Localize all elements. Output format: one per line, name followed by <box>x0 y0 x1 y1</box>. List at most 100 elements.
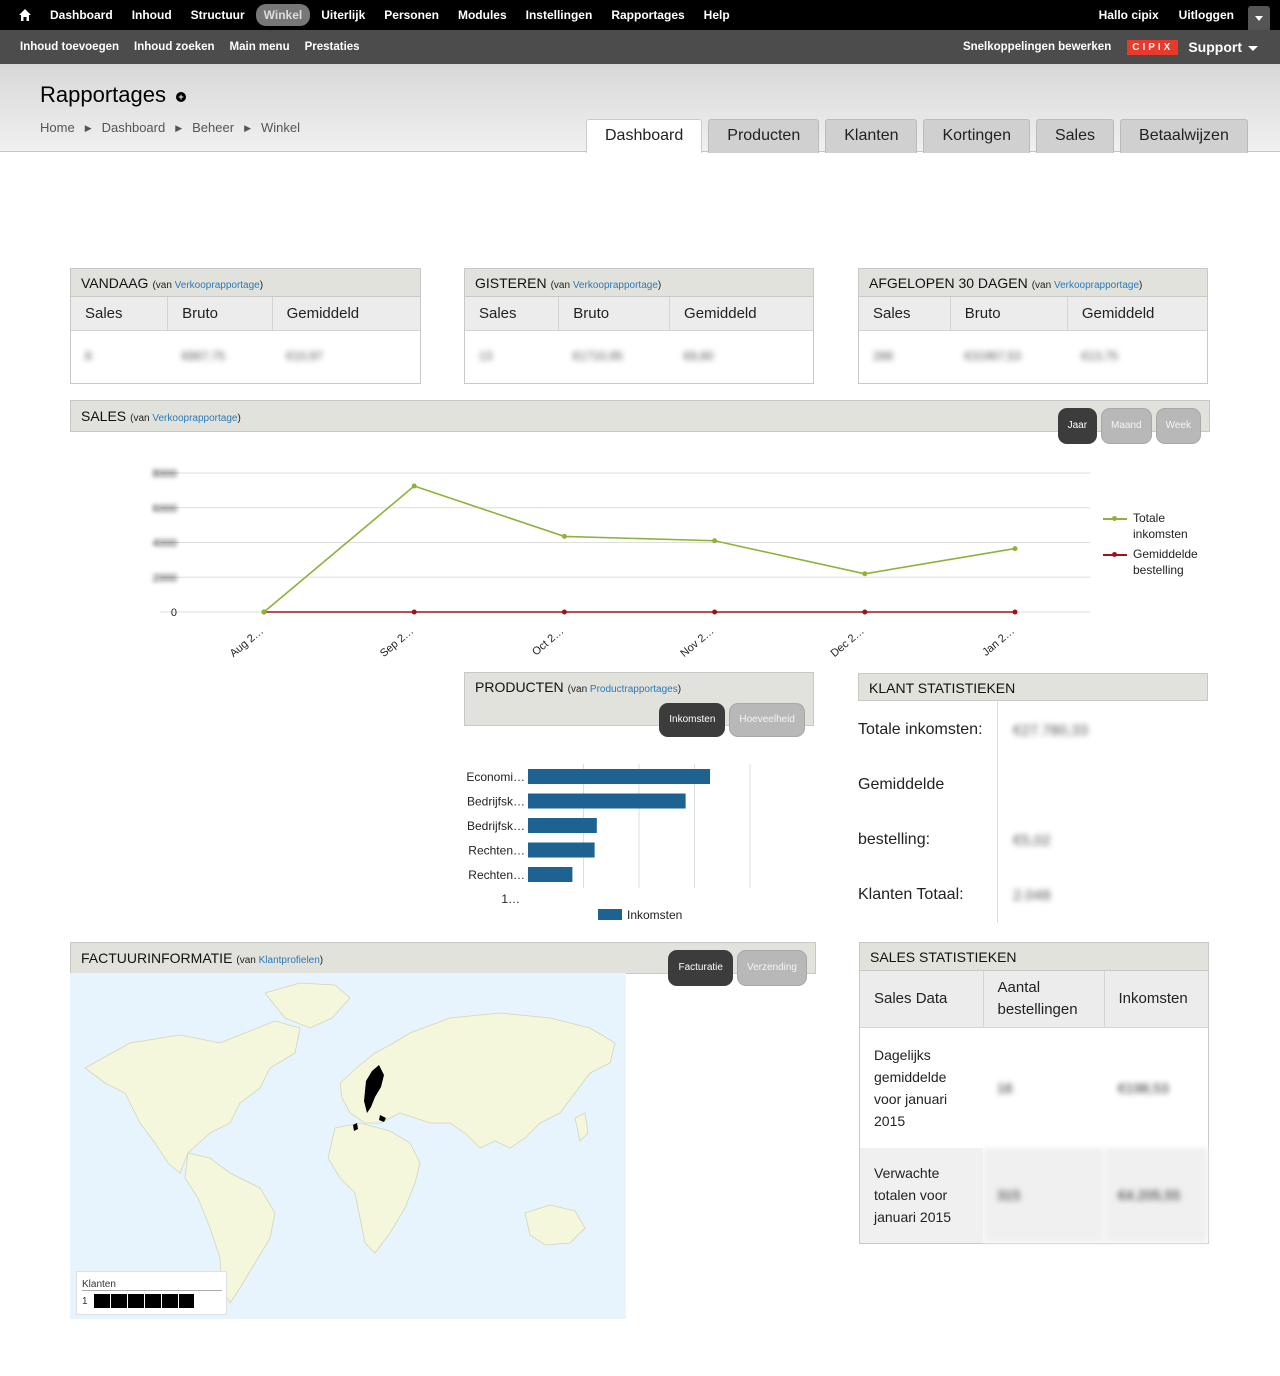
totale-inkomsten-value: €27.780,33 <box>1013 722 1089 739</box>
breadcrumb-beheer[interactable]: Beheer <box>192 120 234 136</box>
period-toggle: Jaar Maand Week <box>1054 408 1201 444</box>
verzending-button[interactable]: Verzending <box>736 950 807 986</box>
toolbar-item-modules[interactable]: Modules <box>450 4 515 26</box>
breadcrumb-dashboard[interactable]: Dashboard <box>102 120 166 136</box>
edit-shortcuts-link[interactable]: Snelkoppelingen bewerken <box>963 41 1111 53</box>
column-header-gemiddeld: Gemiddeld <box>669 297 813 331</box>
tab-dashboard[interactable]: Dashboard <box>586 119 703 153</box>
toolbar-item-instellingen[interactable]: Instellingen <box>518 4 601 26</box>
verkooprapportage-link[interactable]: Verkooprapportage <box>573 280 658 291</box>
tab-kortingen[interactable]: Kortingen <box>923 119 1030 153</box>
panel-title: VANDAAG <box>81 275 149 291</box>
column-header-bruto: Bruto <box>950 297 1068 331</box>
support-menu[interactable]: Support <box>1188 39 1258 55</box>
product-bar <box>528 818 597 833</box>
toolbar-toggle-button[interactable] <box>1248 6 1270 30</box>
toolbar-item-uiterlijk[interactable]: Uiterlijk <box>313 4 373 26</box>
toolbar-item-inhoud[interactable]: Inhoud <box>124 4 180 26</box>
tab-betaalwijzen[interactable]: Betaalwijzen <box>1120 119 1248 153</box>
page-title: Rapportages <box>40 82 166 107</box>
category-label: Economi… <box>466 770 525 784</box>
tab-producten[interactable]: Producten <box>708 119 820 153</box>
source-prefix: (van <box>152 280 175 291</box>
toolbar-item-personen[interactable]: Personen <box>376 4 447 26</box>
sales-statistieken-panel: SALES STATISTIEKEN Sales Data Aantal bes… <box>859 942 1209 1244</box>
toolbar-item-dashboard[interactable]: Dashboard <box>42 4 121 26</box>
verkooprapportage-link[interactable]: Verkooprapportage <box>152 413 237 424</box>
data-point <box>862 571 868 577</box>
hoeveelheid-button[interactable]: Hoeveelheid <box>729 703 805 737</box>
jaar-button[interactable]: Jaar <box>1057 408 1098 444</box>
productrapportages-link[interactable]: Productrapportages <box>590 684 678 695</box>
cipix-logo: CIPIX <box>1127 39 1179 55</box>
column-header-gemiddeld: Gemiddeld <box>272 297 420 331</box>
category-label: Bedrijfsk… <box>467 795 525 809</box>
shortcut-inhoud-zoeken[interactable]: Inhoud zoeken <box>134 41 215 53</box>
row-label: Dagelijks gemiddelde voor januari 2015 <box>874 1046 948 1129</box>
shortcut-prestaties[interactable]: Prestaties <box>305 41 360 53</box>
y-tick-label: 6000 <box>153 503 177 515</box>
facturatie-button[interactable]: Facturatie <box>668 950 733 986</box>
series-line <box>263 485 1016 613</box>
sales-panel: SALES (van Verkooprapportage) Jaar Maand … <box>70 400 1210 444</box>
panel-title: SALES <box>81 408 127 424</box>
page-header: Rapportages + Home ▶ Dashboard ▶ Beheer … <box>0 64 1280 153</box>
shortcuts-bar: Inhoud toevoegen Inhoud zoeken Main menu… <box>0 30 1280 64</box>
legend-item-totale-inkomsten[interactable]: Totale inkomsten <box>1103 510 1213 542</box>
source-suffix: ) <box>319 955 324 966</box>
user-greeting[interactable]: Hallo cipix <box>1099 8 1159 22</box>
bruto-value: €1710,95 <box>572 349 623 364</box>
breadcrumb-winkel[interactable]: Winkel <box>261 120 300 136</box>
toolbar-item-rapportages[interactable]: Rapportages <box>603 4 692 26</box>
y-tick-label: 4000 <box>153 538 177 550</box>
toolbar-item-structuur[interactable]: Structuur <box>183 4 253 26</box>
home-icon[interactable] <box>18 8 32 22</box>
product-bar <box>528 867 573 882</box>
legend-item-gemiddelde-bestelling[interactable]: Gemiddelde bestelling <box>1103 546 1213 578</box>
category-label: Bedrijfsk… <box>467 819 525 833</box>
panel-title: FACTUURINFORMATIE <box>81 950 233 966</box>
data-point <box>411 609 417 615</box>
source-prefix: (van <box>567 684 590 695</box>
toolbar-item-help[interactable]: Help <box>696 4 738 26</box>
map-legend-min: 1 <box>82 1295 88 1307</box>
product-bar <box>528 842 595 858</box>
klantprofielen-link[interactable]: Klantprofielen <box>259 955 320 966</box>
legend-label: Gemiddelde bestelling <box>1133 547 1198 577</box>
legend-label: Inkomsten <box>627 908 682 922</box>
breadcrumb-home[interactable]: Home <box>40 120 75 136</box>
verkooprapportage-link[interactable]: Verkooprapportage <box>1054 280 1139 291</box>
add-shortcut-icon[interactable]: + <box>176 92 186 102</box>
logout-link[interactable]: Uitloggen <box>1179 8 1234 22</box>
source-suffix: ) <box>259 280 264 291</box>
divider <box>997 701 998 923</box>
shortcut-inhoud-toevoegen[interactable]: Inhoud toevoegen <box>20 41 119 53</box>
bruto-value: €31967,53 <box>964 349 1021 364</box>
column-header-sales: Sales <box>859 297 951 331</box>
world-map[interactable]: Klanten 1 <box>70 973 626 1319</box>
row-count: 16 <box>997 1079 1013 1096</box>
tab-klanten[interactable]: Klanten <box>825 119 918 153</box>
panel-title: GISTEREN <box>475 275 547 291</box>
inkomsten-button[interactable]: Inkomsten <box>659 703 726 737</box>
map-legend-scale <box>93 1294 194 1308</box>
tab-sales[interactable]: Sales <box>1035 119 1115 153</box>
verkooprapportage-link[interactable]: Verkooprapportage <box>175 280 260 291</box>
week-button[interactable]: Week <box>1155 408 1201 444</box>
source-suffix: ) <box>237 413 241 424</box>
world-map-graphic <box>84 982 616 1304</box>
panel-title: KLANT STATISTIEKEN <box>869 680 1016 696</box>
toolbar-item-winkel[interactable]: Winkel <box>255 4 311 26</box>
afgelopen-30-dagen-panel: AFGELOPEN 30 DAGEN (van Verkooprapportage… <box>858 268 1208 384</box>
map-legend-title: Klanten <box>82 1280 222 1291</box>
klanten-totaal-value: 2.048 <box>1013 887 1051 904</box>
column-header-sales-data: Sales Data <box>860 971 984 1028</box>
y-tick-label: 2000 <box>153 572 177 584</box>
y-tick-label: 8000 <box>153 468 177 480</box>
gemiddeld-value: €8,80 <box>683 349 714 364</box>
sales-value: 288 <box>873 349 894 364</box>
shortcut-main-menu[interactable]: Main menu <box>230 41 290 53</box>
vandaag-panel: VANDAAG (van Verkooprapportage) Sales Bru… <box>70 268 421 384</box>
maand-button[interactable]: Maand <box>1101 408 1152 444</box>
data-point <box>712 609 718 615</box>
